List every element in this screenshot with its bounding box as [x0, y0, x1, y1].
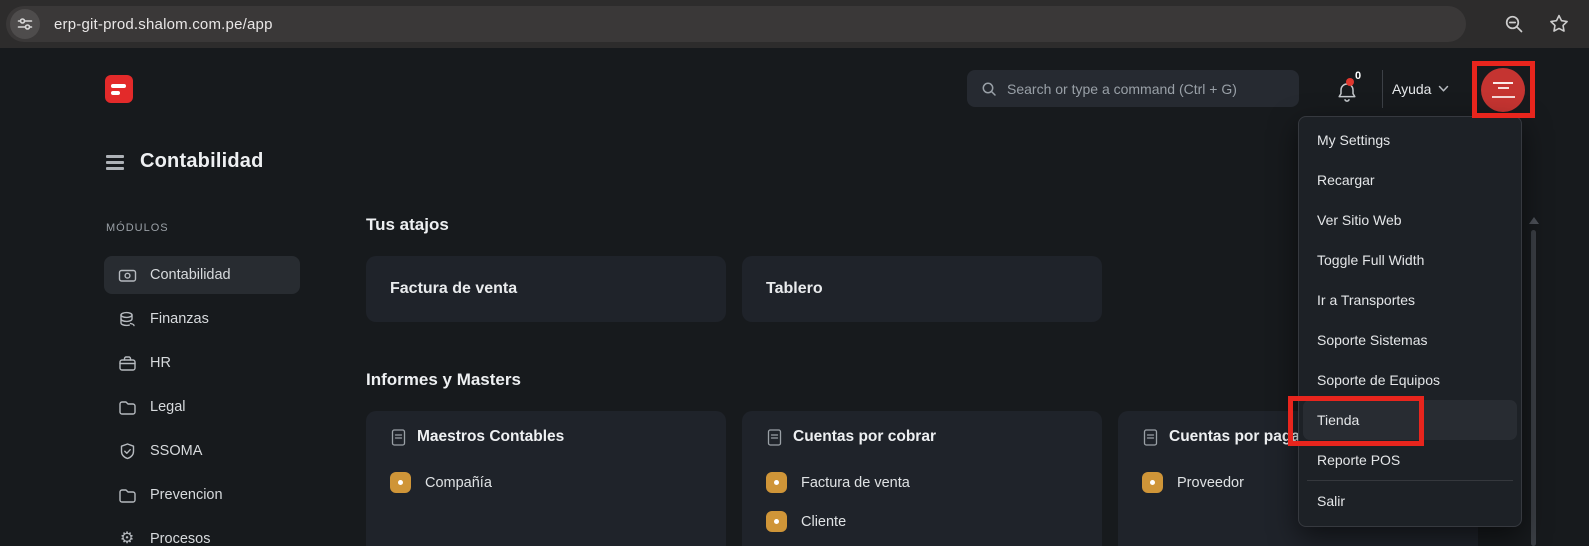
search-icon: [981, 81, 997, 97]
menu-item-soporte-de-equipos[interactable]: Soporte de Equipos: [1299, 360, 1521, 400]
masters-heading: Informes y Masters: [366, 370, 521, 390]
tune-icon: [16, 15, 34, 33]
briefcase-icon: [117, 354, 137, 373]
scroll-up-arrow-icon: [1529, 217, 1539, 224]
menu-item-ver-sitio-web[interactable]: Ver Sitio Web: [1299, 200, 1521, 240]
card-link-compania[interactable]: Compañía: [390, 472, 702, 493]
sidebar-section-label: MÓDULOS: [106, 222, 169, 234]
app-navbar: Search or type a command (Ctrl + G) 0 Ay…: [0, 48, 1589, 120]
notification-count-badge: 0: [1355, 70, 1361, 82]
sidebar-item-prevencion[interactable]: Prevencion: [104, 476, 300, 514]
bookmark-star-icon[interactable]: [1547, 12, 1571, 36]
sidebar-header: Contabilidad: [106, 150, 264, 173]
user-dropdown-menu: My Settings Recargar Ver Sitio Web Toggl…: [1298, 116, 1522, 527]
menu-item-ir-a-transportes[interactable]: Ir a Transportes: [1299, 280, 1521, 320]
gear-icon: ⚙: [117, 531, 137, 546]
sidebar-item-legal[interactable]: Legal: [104, 388, 300, 426]
menu-item-my-settings[interactable]: My Settings: [1299, 120, 1521, 160]
sidebar-item-finanzas[interactable]: Finanzas: [104, 300, 300, 338]
notification-dot: [1346, 78, 1354, 86]
sidebar-item-hr[interactable]: HR: [104, 344, 300, 382]
doctype-badge-icon: [1142, 472, 1163, 493]
chevron-down-icon: [1438, 85, 1449, 93]
document-icon: [390, 428, 407, 447]
card-cuentas-por-cobrar: Cuentas por cobrar Factura de venta Clie…: [742, 411, 1102, 546]
sidebar-modules-list: Contabilidad Finanzas HR: [104, 256, 300, 546]
shortcut-card-factura-de-venta[interactable]: Factura de venta: [366, 256, 726, 322]
menu-item-reporte-pos[interactable]: Reporte POS: [1299, 440, 1521, 480]
app-window: erp-git-prod.shalom.com.pe/app: [0, 0, 1589, 546]
sidebar-item-label: Prevencion: [150, 487, 223, 503]
sidebar-item-label: Legal: [150, 399, 185, 415]
shield-check-icon: [117, 442, 137, 461]
sidebar-item-procesos[interactable]: ⚙ Procesos: [104, 520, 300, 546]
card-link-label: Cliente: [801, 514, 846, 530]
folder-icon: [117, 398, 137, 417]
card-link-cliente[interactable]: Cliente: [766, 511, 1078, 532]
cash-icon: [117, 266, 137, 285]
menu-item-tienda[interactable]: Tienda: [1303, 400, 1517, 440]
workspace-title: Contabilidad: [140, 150, 264, 173]
sidebar-item-label: Finanzas: [150, 311, 209, 327]
page-scrollbar[interactable]: [1531, 230, 1536, 546]
card-link-label: Factura de venta: [801, 475, 910, 491]
sidebar-item-contabilidad[interactable]: Contabilidad: [104, 256, 300, 294]
sidebar-item-label: HR: [150, 355, 171, 371]
address-bar[interactable]: erp-git-prod.shalom.com.pe/app: [6, 6, 1466, 42]
site-settings-button[interactable]: [10, 9, 40, 39]
help-dropdown[interactable]: Ayuda: [1392, 70, 1449, 108]
avatar-logo-text: [1492, 96, 1515, 98]
menu-item-salir[interactable]: Salir: [1299, 481, 1521, 521]
avatar-logo-text: [1498, 87, 1509, 89]
card-link-label: Compañía: [425, 475, 492, 491]
shortcut-card-tablero[interactable]: Tablero: [742, 256, 1102, 322]
sidebar-item-ssoma[interactable]: SSOMA: [104, 432, 300, 470]
hamburger-icon[interactable]: [106, 153, 124, 170]
notifications-button[interactable]: 0: [1333, 70, 1369, 108]
browser-toolbar: erp-git-prod.shalom.com.pe/app: [0, 0, 1589, 48]
card-link-factura-de-venta[interactable]: Factura de venta: [766, 472, 1078, 493]
global-search[interactable]: Search or type a command (Ctrl + G): [967, 70, 1299, 107]
card-title: Maestros Contables: [417, 428, 564, 446]
card-title: Cuentas por cobrar: [793, 428, 936, 446]
shortcut-label: Tablero: [766, 280, 823, 298]
user-avatar[interactable]: [1481, 68, 1525, 112]
doctype-badge-icon: [766, 511, 787, 532]
zoom-out-icon[interactable]: [1503, 13, 1525, 35]
shortcut-label: Factura de venta: [390, 280, 517, 298]
help-label: Ayuda: [1392, 81, 1431, 97]
document-icon: [766, 428, 783, 447]
card-link-label: Proveedor: [1177, 475, 1244, 491]
folder-icon: [117, 486, 137, 505]
sidebar-item-label: SSOMA: [150, 443, 202, 459]
menu-item-recargar[interactable]: Recargar: [1299, 160, 1521, 200]
app-logo[interactable]: [105, 75, 133, 103]
avatar-logo-text: [1493, 82, 1513, 84]
navbar-divider: [1382, 70, 1383, 108]
sidebar-item-label: Contabilidad: [150, 267, 231, 283]
sidebar-item-label: Procesos: [150, 531, 210, 546]
coins-icon: [117, 310, 137, 329]
shortcuts-heading: Tus atajos: [366, 215, 449, 235]
document-icon: [1142, 428, 1159, 447]
card-maestros-contables: Maestros Contables Compañía: [366, 411, 726, 546]
card-title: Cuentas por pagar: [1169, 428, 1306, 446]
doctype-badge-icon: [390, 472, 411, 493]
search-placeholder: Search or type a command (Ctrl + G): [1007, 81, 1237, 97]
url-text[interactable]: erp-git-prod.shalom.com.pe/app: [54, 16, 273, 33]
menu-item-toggle-full-width[interactable]: Toggle Full Width: [1299, 240, 1521, 280]
doctype-badge-icon: [766, 472, 787, 493]
menu-item-soporte-sistemas[interactable]: Soporte Sistemas: [1299, 320, 1521, 360]
